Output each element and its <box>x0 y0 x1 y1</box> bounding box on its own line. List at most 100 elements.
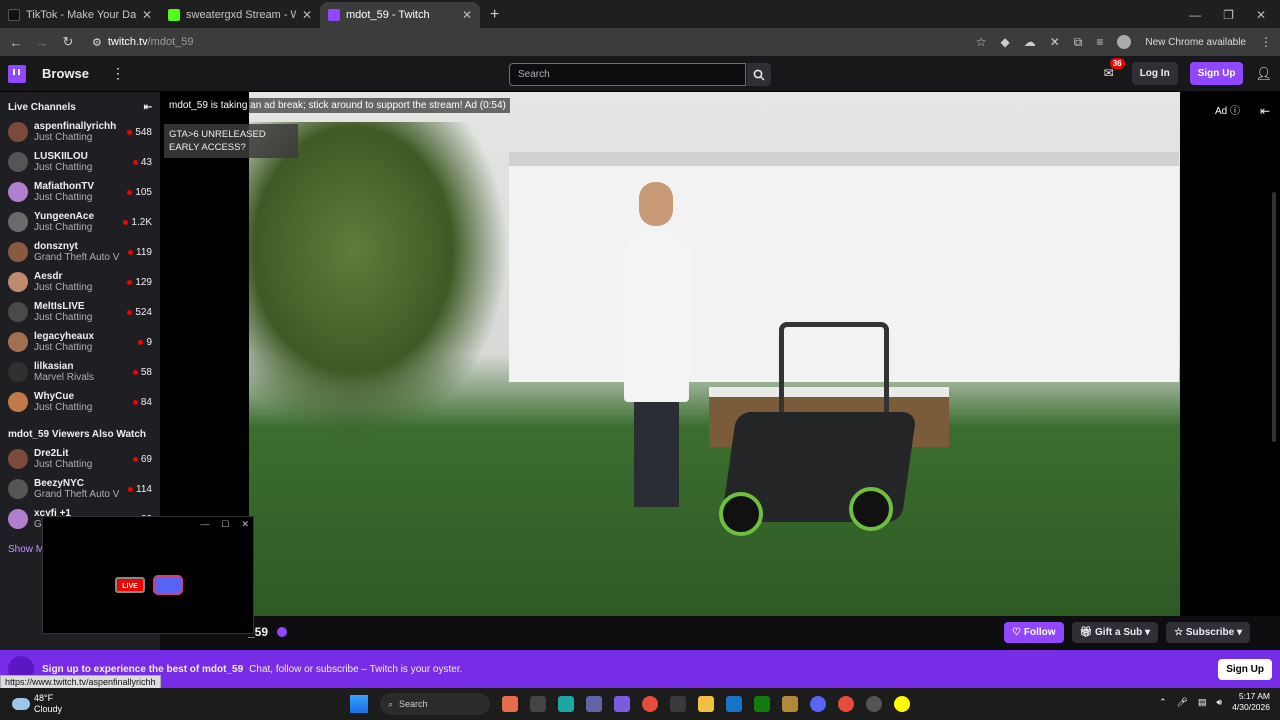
copilot-icon[interactable] <box>614 696 630 712</box>
chevron-up-icon[interactable]: ⌃ <box>1159 697 1167 708</box>
media-control-icon[interactable]: ≡ <box>1096 35 1103 49</box>
taskbar-search[interactable]: ⌕ Search <box>380 693 490 715</box>
twitch-logo-icon[interactable] <box>8 64 26 83</box>
tab-label: TikTok - Make Your Day <box>26 9 136 21</box>
sidebar-channel-item[interactable]: Aesdr Just Chatting 129 <box>0 267 160 297</box>
reload-icon[interactable]: ↻ <box>60 34 76 50</box>
viewer-count-value: 105 <box>135 186 152 198</box>
snapchat-icon[interactable] <box>894 696 910 712</box>
floating-mini-window[interactable]: — ☐ ✕ LIVE <box>42 516 254 634</box>
browser-tab-kick[interactable]: sweatergxd Stream - Watch Live ✕ <box>160 2 320 28</box>
volume-icon[interactable]: 🔊︎ <box>1217 697 1223 708</box>
chrome-menu-icon[interactable]: ⋮ <box>1260 35 1272 49</box>
close-tab-icon[interactable]: ✕ <box>302 8 312 22</box>
close-tab-icon[interactable]: ✕ <box>142 8 152 22</box>
gift-sub-button[interactable]: 🎁︎ Gift a Sub ▾ <box>1071 622 1159 643</box>
stream-title-overlay: GTA>6 UNRELEASED EARLY ACCESS? <box>164 124 298 158</box>
banner-signup-button[interactable]: Sign Up <box>1218 658 1272 680</box>
capcut-icon[interactable] <box>726 696 742 712</box>
sidebar-channel-item[interactable]: donsznyt Grand Theft Auto V 119 <box>0 237 160 267</box>
search-input[interactable]: Search <box>509 63 746 86</box>
game-app-icon[interactable] <box>782 696 798 712</box>
site-info-icon[interactable]: ⚙ <box>92 36 102 49</box>
sidebar-channel-item[interactable]: BeezyNYC Grand Theft Auto V 114 <box>0 474 160 504</box>
extension-icon[interactable]: ☁ <box>1024 35 1036 49</box>
live-dot-icon <box>132 159 138 165</box>
channel-game: Just Chatting <box>34 459 93 470</box>
close-tab-icon[interactable]: ✕ <box>462 8 472 22</box>
viewer-count: 105 <box>127 187 152 198</box>
popup-window-controls: — ☐ ✕ <box>200 519 249 530</box>
inbox-icon[interactable]: ✉ 36 <box>1104 57 1125 82</box>
live-badge: LIVE <box>115 577 145 593</box>
signup-banner: Sign up to experience the best of mdot_5… <box>0 650 1280 688</box>
follow-button[interactable]: ♡ Follow <box>1004 622 1064 643</box>
close-icon[interactable]: ✕ <box>241 519 249 530</box>
channel-avatar <box>8 242 28 262</box>
maximize-icon[interactable]: ☐ <box>221 519 229 530</box>
extensions-puzzle-icon[interactable]: ⧉ <box>1074 35 1083 50</box>
store-icon[interactable] <box>670 696 686 712</box>
viewer-count-value: 84 <box>140 396 152 408</box>
show-more-link[interactable]: Show M <box>8 544 44 555</box>
verified-badge-icon <box>277 627 287 637</box>
widgets-icon[interactable] <box>502 696 518 712</box>
top-nav-actions: ✉ 36 Log In Sign Up 👤︎ <box>1104 57 1272 85</box>
chrome-icon[interactable] <box>642 696 658 712</box>
task-view-icon[interactable] <box>530 696 546 712</box>
minimize-icon[interactable]: — <box>1189 8 1201 22</box>
browser-tab-twitch[interactable]: mdot_59 - Twitch ✕ <box>320 2 480 28</box>
viewer-count: 58 <box>132 367 152 378</box>
file-explorer-icon[interactable] <box>698 696 714 712</box>
microphone-icon[interactable]: 🎤︎ <box>1177 697 1188 708</box>
forward-icon[interactable]: → <box>34 35 50 50</box>
back-icon[interactable]: ← <box>8 35 24 50</box>
sidebar-channel-item[interactable]: LUSKIILOU Just Chatting 43 <box>0 147 160 177</box>
extension-icon[interactable]: ✕ <box>1050 35 1060 49</box>
expand-chat-icon[interactable]: ⇤ <box>1260 104 1270 118</box>
sidebar-channel-item[interactable]: aspenfinallyrichh Just Chatting 548 <box>0 117 160 147</box>
clock[interactable]: 5:17 AM 4/30/2026 <box>1232 691 1270 713</box>
sidebar-channel-item[interactable]: YungeenAce Just Chatting 1.2K <box>0 207 160 237</box>
search-button[interactable] <box>747 63 771 86</box>
video-player[interactable]: mdot_59 is taking an ad break; stick aro… <box>160 92 1280 616</box>
edge-icon[interactable] <box>558 696 574 712</box>
sidebar-channel-item[interactable]: WhyCue Just Chatting 84 <box>0 387 160 417</box>
extension-icon[interactable]: ◆ <box>1001 35 1010 49</box>
bookmark-star-icon[interactable]: ☆ <box>976 35 987 49</box>
browser-tab-tiktok[interactable]: TikTok - Make Your Day ✕ <box>0 2 160 28</box>
profile-avatar[interactable] <box>1117 35 1132 49</box>
windows-start-icon[interactable] <box>350 695 368 713</box>
teams-icon[interactable] <box>586 696 602 712</box>
steam-icon[interactable] <box>866 696 882 712</box>
subscribe-button[interactable]: ☆ Subscribe ▾ <box>1166 622 1250 643</box>
signup-button[interactable]: Sign Up <box>1189 62 1244 85</box>
viewer-count: 69 <box>132 454 152 465</box>
info-icon[interactable]: ⓘ <box>1230 106 1240 117</box>
xbox-icon[interactable] <box>754 696 770 712</box>
user-menu-icon[interactable]: 👤︎ <box>1255 66 1272 82</box>
weather-widget[interactable]: 48°F Cloudy <box>0 693 62 715</box>
close-window-icon[interactable]: ✕ <box>1256 8 1266 22</box>
sidebar-channel-item[interactable]: lilkasian Marvel Rivals 58 <box>0 357 160 387</box>
sidebar-channel-item[interactable]: Dre2Lit Just Chatting 69 <box>0 444 160 474</box>
chrome-icon[interactable] <box>838 696 854 712</box>
sidebar-channel-item[interactable]: legacyheaux Just Chatting 9 <box>0 327 160 357</box>
ad-label[interactable]: Ad ⓘ <box>1215 102 1240 117</box>
chrome-update-label[interactable]: New Chrome available <box>1145 37 1246 48</box>
login-button[interactable]: Log In <box>1131 62 1178 85</box>
page-scrollbar[interactable] <box>1272 192 1276 442</box>
discord-icon[interactable] <box>810 696 826 712</box>
restore-icon[interactable]: ❐ <box>1223 8 1234 22</box>
collapse-sidebar-icon[interactable]: ⇤ <box>144 102 152 113</box>
address-bar[interactable]: ⚙ twitch.tv/mdot_59 <box>86 31 966 53</box>
new-tab-button[interactable]: + <box>480 2 509 28</box>
channel-meta: Aesdr Just Chatting <box>34 271 121 293</box>
sidebar-channel-item[interactable]: MeltIsLIVE Just Chatting 524 <box>0 297 160 327</box>
network-icon[interactable]: ▤ <box>1198 697 1207 708</box>
minimize-icon[interactable]: — <box>200 519 209 530</box>
browse-link[interactable]: Browse <box>42 66 89 81</box>
channel-avatar <box>8 302 28 322</box>
sidebar-channel-item[interactable]: MafiathonTV Just Chatting 105 <box>0 177 160 207</box>
more-menu-icon[interactable]: ⋮ <box>111 65 125 82</box>
